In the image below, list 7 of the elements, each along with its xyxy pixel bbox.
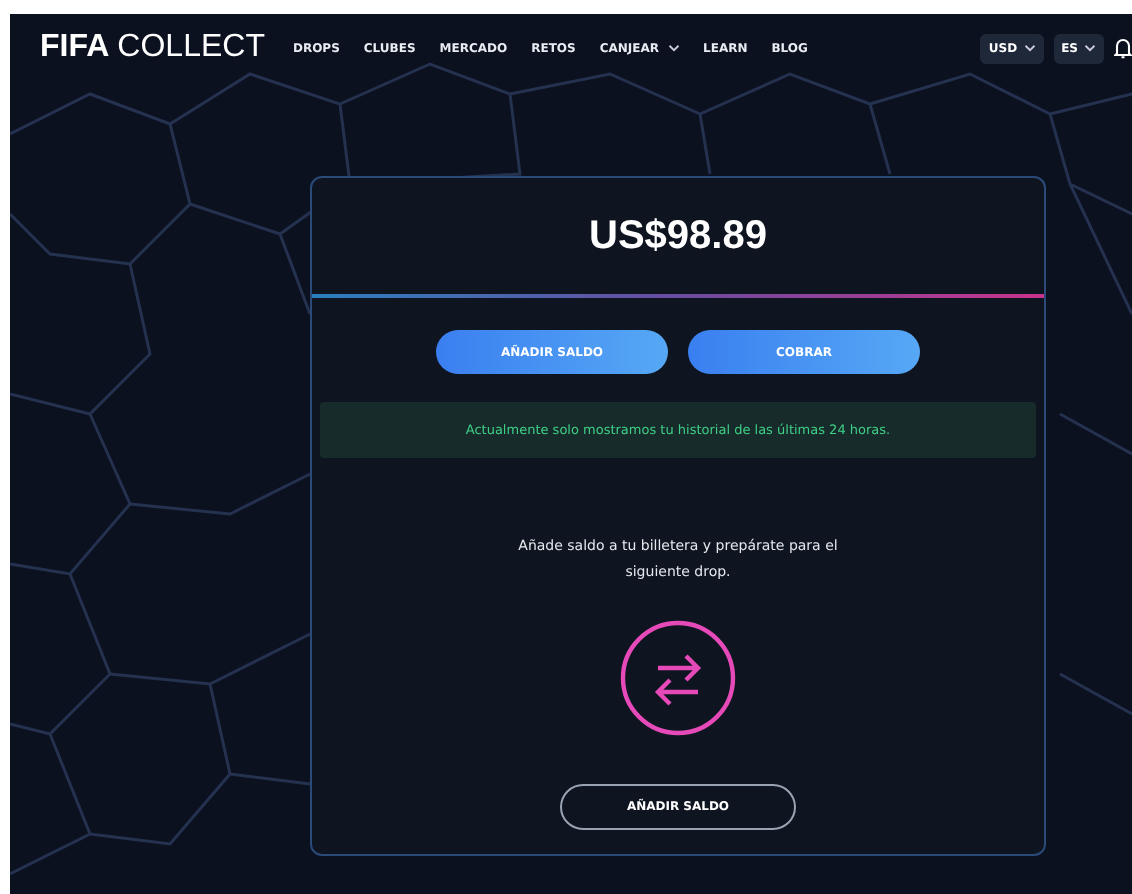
balance-amount: US$98.89: [589, 214, 767, 262]
logo[interactable]: FIFA COLLECT: [40, 30, 265, 66]
caret-icon: [667, 44, 680, 52]
bell-icon[interactable]: [1114, 35, 1132, 61]
caret-icon: [1023, 44, 1036, 52]
swap-arrows-icon: [618, 618, 738, 738]
caret-icon: [1084, 44, 1096, 52]
